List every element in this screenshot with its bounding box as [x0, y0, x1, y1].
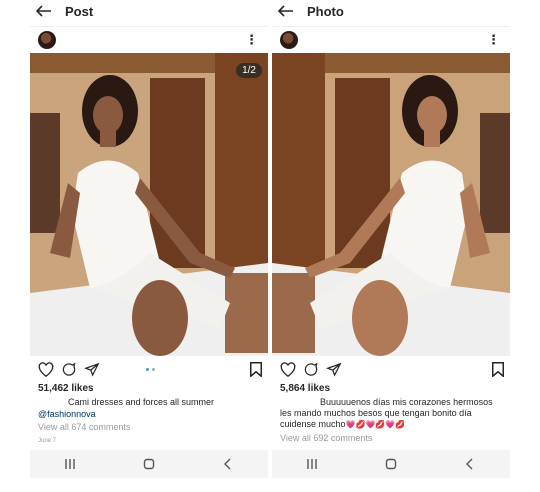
action-bar [272, 360, 510, 380]
more-options-icon[interactable]: ⋮ [245, 33, 258, 46]
back-arrow-icon[interactable] [275, 0, 297, 22]
home-icon[interactable] [143, 458, 155, 470]
comment-icon[interactable] [61, 362, 77, 377]
bookmark-icon[interactable] [492, 362, 504, 377]
back-nav-icon[interactable] [464, 458, 476, 470]
share-icon[interactable] [84, 362, 100, 377]
emoji-row: 💗💋💗💋💗💋 [345, 420, 406, 429]
android-nav-bar [272, 450, 510, 478]
page-title: Post [65, 3, 94, 19]
photo-illustration [30, 53, 268, 356]
caption-line-3: cuidense mucho💗💋💗💋💗💋 [280, 419, 506, 430]
avatar[interactable] [38, 31, 56, 49]
comment-icon[interactable] [303, 362, 319, 377]
top-bar: Post [30, 0, 268, 22]
avatar[interactable] [280, 31, 298, 49]
back-arrow-icon[interactable] [33, 0, 55, 22]
bookmark-icon[interactable] [250, 362, 262, 377]
more-options-icon[interactable]: ⋮ [487, 33, 500, 46]
recent-apps-icon[interactable] [64, 458, 76, 470]
photo-illustration [272, 53, 510, 356]
author-bar: ⋮ [30, 26, 268, 52]
heart-icon[interactable] [280, 362, 296, 377]
carousel-indicator [146, 368, 155, 371]
top-bar: Photo [272, 0, 510, 22]
view-comments-link[interactable]: View all 674 comments [38, 422, 264, 433]
left-post-panel: Post ⋮ 1/2 51,462 likes Cami dresses and… [30, 0, 268, 478]
heart-icon[interactable] [38, 362, 54, 377]
caption-text: Cami dresses and forces all summer [68, 397, 215, 407]
android-nav-bar [30, 450, 268, 478]
recent-apps-icon[interactable] [306, 458, 318, 470]
page-title: Photo [307, 3, 344, 19]
view-comments-link[interactable]: View all 692 comments [280, 433, 506, 444]
caption-line-3-text: cuidense mucho [280, 419, 346, 429]
mention-link[interactable]: @fashionnova [38, 409, 264, 420]
right-photo-panel: Photo ⋮ 5,864 likes Buuuuuenos días mis … [272, 0, 510, 478]
caption-line-2: les mando muchos besos que tengan bonito… [280, 408, 472, 418]
like-count[interactable]: 51,462 likes [38, 383, 94, 394]
post-photo[interactable]: 1/2 [30, 53, 268, 356]
image-counter: 1/2 [236, 63, 262, 78]
post-photo[interactable] [272, 53, 510, 356]
share-icon[interactable] [326, 362, 342, 377]
home-icon[interactable] [385, 458, 397, 470]
caption-line-1: Buuuuuenos días mis corazones hermosos [320, 397, 493, 407]
back-nav-icon[interactable] [222, 458, 234, 470]
author-bar: ⋮ [272, 26, 510, 52]
like-count[interactable]: 5,864 likes [280, 383, 330, 394]
post-date: June 7 [38, 438, 57, 444]
